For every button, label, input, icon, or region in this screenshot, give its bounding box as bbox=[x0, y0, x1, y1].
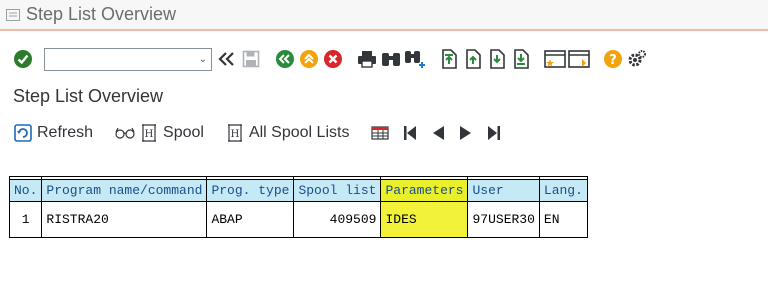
table-row[interactable]: 1 RISTRA20 ABAP 409509 IDES 97USER30 EN bbox=[8, 201, 588, 238]
table-header-row: No. Program name/command Prog. type Spoo… bbox=[8, 179, 588, 202]
last-record-icon[interactable] bbox=[487, 125, 501, 141]
column-header-spool-list[interactable]: Spool list bbox=[293, 179, 382, 202]
find-next-icon[interactable] bbox=[404, 47, 426, 71]
exit-icon[interactable] bbox=[298, 47, 320, 71]
glasses-icon bbox=[115, 126, 135, 140]
title-bar: Step List Overview bbox=[0, 0, 768, 31]
menu-icon[interactable] bbox=[6, 8, 20, 21]
cell-user[interactable]: 97USER30 bbox=[467, 201, 540, 238]
first-record-icon[interactable] bbox=[403, 125, 417, 141]
print-icon[interactable] bbox=[356, 47, 378, 71]
refresh-icon bbox=[14, 124, 32, 142]
next-page-icon[interactable] bbox=[486, 47, 508, 71]
cell-lang[interactable]: EN bbox=[538, 201, 588, 238]
all-spool-lists-button[interactable]: H All Spool Lists bbox=[226, 124, 350, 142]
application-toolbar: Refresh H Spool H All Spool Lists bbox=[0, 118, 768, 148]
page-title: Step List Overview bbox=[13, 86, 164, 106]
cancel-icon[interactable] bbox=[322, 47, 344, 71]
svg-text:H: H bbox=[145, 129, 154, 140]
cell-no[interactable]: 1 bbox=[8, 201, 43, 238]
last-page-icon[interactable] bbox=[510, 47, 532, 71]
spool-list-icon: H bbox=[226, 124, 244, 142]
find-icon[interactable] bbox=[380, 47, 402, 71]
new-session-icon[interactable] bbox=[544, 47, 566, 71]
settings-icon[interactable] bbox=[626, 47, 648, 71]
check-icon[interactable] bbox=[12, 47, 34, 71]
first-page-icon[interactable] bbox=[438, 47, 460, 71]
cell-program[interactable]: RISTRA20 bbox=[41, 201, 208, 238]
cell-spool-list[interactable]: 409509 bbox=[293, 201, 382, 238]
table-icon[interactable] bbox=[371, 126, 390, 140]
refresh-label: Refresh bbox=[37, 124, 94, 141]
help-icon[interactable]: ? bbox=[602, 47, 624, 71]
spool-icon: H bbox=[140, 124, 158, 142]
system-toolbar: ⌄ ? bbox=[0, 40, 768, 78]
next-record-icon[interactable] bbox=[459, 125, 473, 141]
all-spool-lists-label: All Spool Lists bbox=[248, 124, 350, 141]
column-header-parameters[interactable]: Parameters bbox=[380, 179, 469, 202]
command-field[interactable]: ⌄ bbox=[44, 47, 212, 71]
spool-button[interactable]: H Spool bbox=[115, 124, 204, 142]
column-header-lang[interactable]: Lang. bbox=[538, 179, 588, 202]
step-list-table: No. Program name/command Prog. type Spoo… bbox=[8, 176, 588, 238]
column-header-no[interactable]: No. bbox=[8, 179, 43, 202]
chevron-down-icon[interactable]: ⌄ bbox=[199, 54, 207, 65]
column-header-prog-type[interactable]: Prog. type bbox=[206, 179, 295, 202]
column-header-user[interactable]: User bbox=[467, 179, 540, 202]
svg-text:?: ? bbox=[609, 53, 617, 68]
svg-text:H: H bbox=[231, 129, 240, 140]
back-double-icon[interactable] bbox=[216, 47, 238, 71]
back-icon[interactable] bbox=[274, 47, 296, 71]
cell-parameters[interactable]: IDES bbox=[380, 201, 469, 238]
window-title: Step List Overview bbox=[26, 4, 177, 24]
refresh-button[interactable]: Refresh bbox=[14, 124, 93, 142]
cell-prog-type[interactable]: ABAP bbox=[206, 201, 295, 238]
spool-label: Spool bbox=[163, 124, 204, 141]
previous-record-icon[interactable] bbox=[431, 125, 445, 141]
shortcut-icon[interactable] bbox=[568, 47, 590, 71]
column-header-program[interactable]: Program name/command bbox=[41, 179, 208, 202]
save-icon[interactable] bbox=[240, 47, 262, 71]
previous-page-icon[interactable] bbox=[462, 47, 484, 71]
